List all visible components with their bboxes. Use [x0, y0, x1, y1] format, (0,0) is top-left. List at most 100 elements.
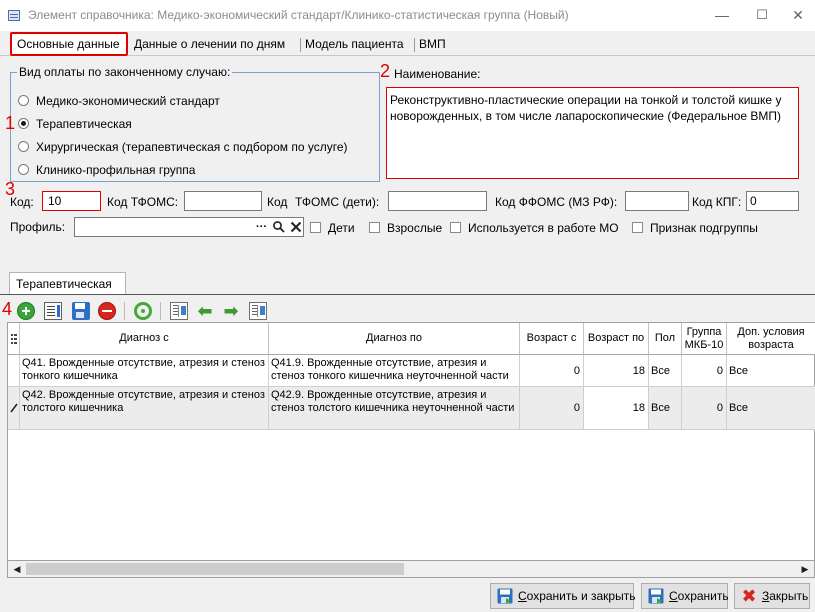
row-selector-header-icon[interactable]	[8, 323, 20, 355]
row-selector[interactable]	[8, 355, 20, 387]
code-label: Код:	[10, 195, 34, 209]
save-button[interactable]: Сохранить	[641, 583, 729, 609]
checkbox-box[interactable]	[632, 222, 643, 233]
checkbox-box[interactable]	[310, 222, 321, 233]
name-textarea[interactable]: Реконструктивно-пластические операции на…	[386, 87, 799, 179]
clear-x-icon[interactable]	[289, 220, 303, 234]
tfoms-child-code-label-2: ТФОМС (дети):	[295, 195, 380, 209]
column-header[interactable]: Диагноз по	[269, 323, 520, 355]
cell-diagnosis-from[interactable]: Q41. Врожденные отсутствие, атрезия и ст…	[20, 355, 269, 387]
checkbox-box[interactable]	[450, 222, 461, 233]
cell-sex[interactable]: Все	[649, 387, 682, 430]
profile-input[interactable]	[74, 217, 304, 237]
save-and-close-button[interactable]: Сохранить и закрыть	[490, 583, 636, 609]
minimize-button[interactable]: —	[708, 4, 736, 26]
radio-circle[interactable]	[18, 95, 29, 106]
cell-mkb-group[interactable]: 0	[682, 387, 727, 430]
close-window-button[interactable]: ✕	[784, 4, 812, 26]
checkbox-box[interactable]	[369, 222, 380, 233]
checkbox-label: Признак подгруппы	[650, 221, 758, 235]
save-row-icon[interactable]	[72, 302, 90, 320]
refresh-icon[interactable]	[134, 302, 152, 320]
column-header[interactable]: Группа МКБ-10	[682, 323, 727, 355]
ffoms-code-input[interactable]	[625, 191, 689, 211]
edit-row-icon[interactable]	[44, 302, 62, 320]
toolbar-separator	[124, 302, 125, 320]
column-header[interactable]: Возраст по	[584, 323, 649, 355]
ffoms-code-label: Код ФФОМС (МЗ РФ):	[495, 195, 618, 209]
radio-label: Терапевтическая	[36, 117, 132, 131]
checkbox-label: Используется в работе МО	[468, 221, 619, 235]
cell-age-conditions[interactable]: Все	[727, 355, 815, 387]
kpg-code-input[interactable]: 0	[746, 191, 799, 211]
window-title: Элемент справочника: Медико-экономически…	[28, 8, 569, 22]
annotation-2: 2	[380, 61, 391, 81]
tab-vmp[interactable]: ВМП	[415, 35, 450, 55]
search-icon[interactable]	[272, 220, 286, 234]
app-window-icon	[8, 10, 20, 21]
radio-label: Хирургическая (терапевтическая с подборо…	[36, 140, 348, 154]
cell-age-from[interactable]: 0	[520, 387, 584, 430]
column-header[interactable]: Доп. условия возраста	[727, 323, 815, 355]
delete-row-icon[interactable]	[98, 302, 116, 320]
checkbox-used-in-mo[interactable]: Используется в работе МО	[450, 220, 619, 236]
add-row-icon[interactable]	[17, 302, 35, 320]
radio-option-surgical[interactable]: Хирургическая (терапевтическая с подборо…	[18, 139, 348, 155]
arrow-right-icon[interactable]: ➡	[222, 302, 240, 320]
cell-age-to[interactable]: 18	[584, 355, 649, 387]
subtab-divider	[0, 294, 815, 295]
button-label: Закрыть	[762, 589, 809, 603]
horizontal-scrollbar[interactable]: ◀ ▶	[7, 561, 815, 578]
radio-option-therapeutic[interactable]: Терапевтическая	[18, 116, 132, 132]
button-label: Сохранить	[669, 589, 729, 603]
cell-age-to[interactable]: 18	[584, 387, 649, 430]
column-header[interactable]: Пол	[649, 323, 682, 355]
checkbox-subgroup[interactable]: Признак подгруппы	[632, 220, 758, 236]
cell-age-conditions[interactable]: Все	[727, 387, 815, 430]
cell-diagnosis-to[interactable]: Q41.9. Врожденные отсутствие, атрезия и …	[269, 355, 520, 387]
toolbar-separator	[160, 302, 161, 320]
radio-option-clinical-profile[interactable]: Клинико-профильная группа	[18, 162, 195, 178]
tfoms-child-code-input[interactable]	[388, 191, 487, 211]
tab-therapeutic[interactable]: Терапевтическая	[9, 272, 126, 294]
code-input[interactable]: 10	[42, 191, 101, 211]
columns-icon[interactable]	[170, 302, 188, 320]
close-button[interactable]: ✖ Закрыть	[734, 583, 810, 609]
radio-circle[interactable]	[18, 164, 29, 175]
annotation-1: 1	[5, 113, 16, 133]
tfoms-child-code-label: Код	[267, 195, 288, 209]
maximize-button[interactable]: ☐	[748, 4, 776, 26]
columns-settings-icon[interactable]	[249, 302, 267, 320]
tfoms-code-label: Код ТФОМС:	[107, 195, 179, 209]
scroll-thumb[interactable]	[26, 563, 404, 575]
cell-mkb-group[interactable]: 0	[682, 355, 727, 387]
cell-age-from[interactable]: 0	[520, 355, 584, 387]
radio-circle[interactable]	[18, 141, 29, 152]
radio-option-mes[interactable]: Медико-экономический стандарт	[18, 93, 220, 109]
save-icon	[648, 588, 664, 604]
radio-label: Клинико-профильная группа	[36, 163, 196, 177]
data-grid[interactable]: Диагноз с Диагноз по Возраст с Возраст п…	[7, 322, 815, 561]
radio-label: Медико-экономический стандарт	[36, 94, 220, 108]
checkbox-children[interactable]: Дети	[310, 220, 355, 236]
tfoms-code-input[interactable]	[184, 191, 262, 211]
profile-label: Профиль:	[10, 220, 66, 234]
scroll-left-icon[interactable]: ◀	[9, 562, 25, 577]
cell-sex[interactable]: Все	[649, 355, 682, 387]
checkbox-label: Дети	[328, 221, 355, 235]
column-header[interactable]: Возраст с	[520, 323, 584, 355]
scroll-right-icon[interactable]: ▶	[797, 562, 813, 577]
button-label: Сохранить и закрыть	[518, 589, 636, 603]
column-header[interactable]: Диагноз с	[20, 323, 269, 355]
radio-circle-selected[interactable]	[18, 118, 29, 129]
cell-diagnosis-from[interactable]: Q42. Врожденные отсутствие, атрезия и ст…	[20, 387, 269, 430]
tab-main-data[interactable]: Основные данные	[10, 32, 128, 56]
cell-diagnosis-to[interactable]: Q42.9. Врожденные отсутствие, атрезия и …	[269, 387, 520, 430]
row-selector-edit[interactable]	[8, 387, 20, 430]
annotation-4: 4	[2, 299, 13, 319]
tab-treatment-days[interactable]: Данные о лечении по дням	[130, 35, 289, 55]
tab-patient-model[interactable]: Модель пациента	[301, 35, 408, 55]
arrow-left-icon[interactable]: ⬅	[196, 302, 214, 320]
select-dots-button[interactable]: ···	[256, 219, 267, 235]
checkbox-adults[interactable]: Взрослые	[369, 220, 442, 236]
